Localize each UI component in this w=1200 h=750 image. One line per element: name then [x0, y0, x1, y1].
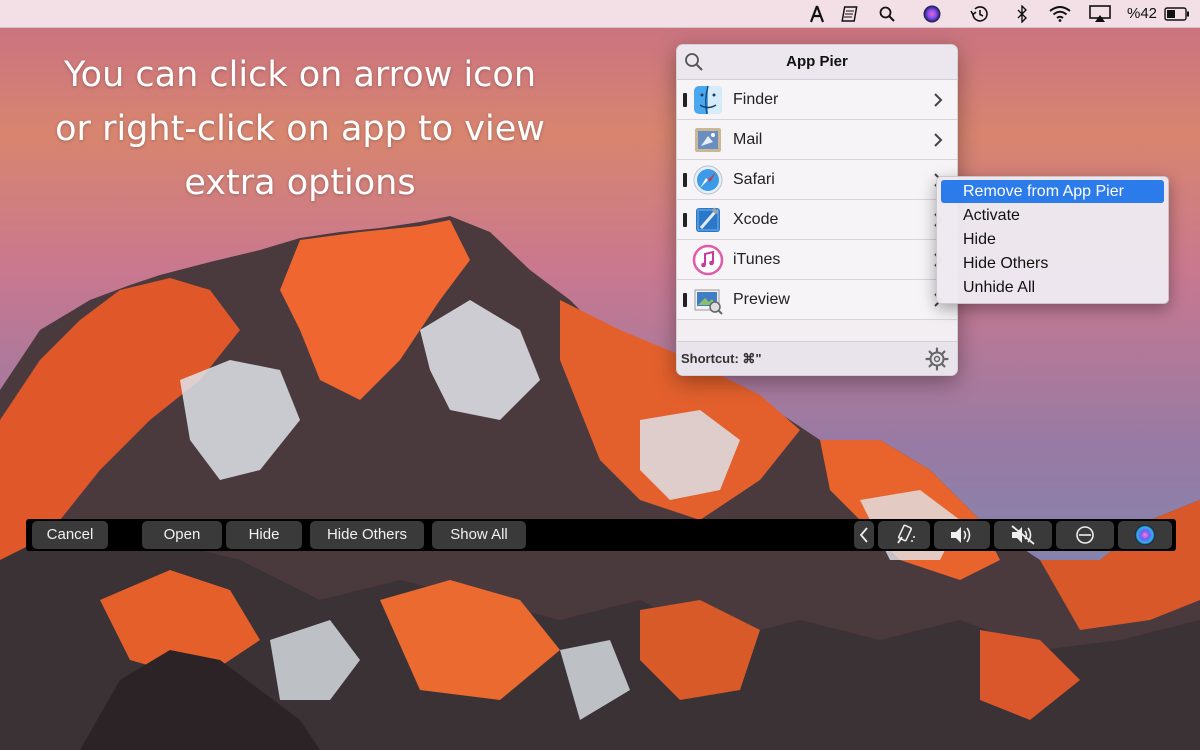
xcode-icon: [692, 204, 724, 236]
app-row-xcode[interactable]: Xcode: [677, 200, 957, 240]
caption-line-2: or right-click on app to view: [55, 109, 545, 149]
popover-footer: Shortcut: ⌘": [677, 341, 957, 375]
siri-touchbar-icon[interactable]: [1118, 521, 1172, 549]
app-row-finder[interactable]: Finder: [677, 80, 957, 120]
app-name: iTunes: [733, 251, 781, 268]
do-not-disturb-icon[interactable]: [1056, 521, 1114, 549]
airplay-icon[interactable]: [1086, 0, 1114, 27]
time-machine-icon[interactable]: [966, 0, 992, 27]
shortcut-label: Shortcut: ⌘": [681, 351, 762, 366]
menu-bar: %42: [0, 0, 1200, 28]
bluetooth-icon[interactable]: [1012, 0, 1032, 27]
open-button[interactable]: Open: [142, 521, 222, 549]
battery-icon[interactable]: [1162, 0, 1192, 27]
app-name: Mail: [733, 131, 763, 148]
show-all-button[interactable]: Show All: [432, 521, 526, 549]
popover-header: App Pier: [677, 45, 957, 80]
app-row-safari[interactable]: Safari: [677, 160, 957, 200]
finder-icon: [692, 84, 724, 116]
app-row-itunes[interactable]: iTunes: [677, 240, 957, 280]
app-name: Safari: [733, 171, 775, 188]
chevron-right-icon[interactable]: [932, 132, 944, 148]
mail-icon: [692, 124, 724, 156]
spotlight-icon[interactable]: [876, 0, 898, 27]
running-indicator: [683, 293, 687, 307]
menu-item-activate[interactable]: Activate: [941, 204, 1164, 227]
app-name: Finder: [733, 91, 779, 108]
menu-item-hide[interactable]: Hide: [941, 228, 1164, 251]
caption-line-3: extra options: [184, 163, 416, 203]
menu-item-remove-from-app-pier[interactable]: Remove from App Pier: [941, 180, 1164, 203]
app-name: Xcode: [733, 211, 779, 228]
cancel-button[interactable]: Cancel: [32, 521, 108, 549]
running-indicator: [683, 213, 687, 227]
siri-icon[interactable]: [920, 0, 944, 27]
notes-icon[interactable]: [838, 0, 862, 27]
app-pier-icon[interactable]: [806, 0, 828, 27]
safari-icon: [692, 164, 724, 196]
wifi-icon[interactable]: [1046, 0, 1074, 27]
brightness-icon[interactable]: [878, 521, 930, 549]
hide-button[interactable]: Hide: [226, 521, 302, 549]
touch-bar: Cancel Open Hide Hide Others Show All: [26, 519, 1176, 551]
volume-up-icon[interactable]: [934, 521, 990, 549]
running-indicator: [683, 173, 687, 187]
app-row-preview[interactable]: Preview: [677, 280, 957, 320]
popover-title: App Pier: [786, 53, 848, 70]
app-name: Preview: [733, 291, 790, 308]
app-pier-popover: App Pier Finder Mail Safari Xcode iTunes…: [676, 44, 958, 376]
app-context-menu: Remove from App Pier Activate Hide Hide …: [936, 176, 1169, 304]
instruction-caption: You can click on arrow icon or right-cli…: [0, 48, 600, 210]
hide-others-button[interactable]: Hide Others: [310, 521, 424, 549]
mute-icon[interactable]: [994, 521, 1052, 549]
caption-line-1: You can click on arrow icon: [63, 55, 537, 95]
app-row-mail[interactable]: Mail: [677, 120, 957, 160]
chevron-right-icon[interactable]: [932, 92, 944, 108]
gear-icon[interactable]: [925, 347, 949, 371]
collapse-arrow-icon[interactable]: [854, 521, 874, 549]
itunes-icon: [692, 244, 724, 276]
battery-percent: %42: [1126, 5, 1158, 22]
menu-item-unhide-all[interactable]: Unhide All: [941, 276, 1164, 299]
running-indicator: [683, 93, 687, 107]
menu-item-hide-others[interactable]: Hide Others: [941, 252, 1164, 275]
preview-icon: [692, 284, 724, 316]
